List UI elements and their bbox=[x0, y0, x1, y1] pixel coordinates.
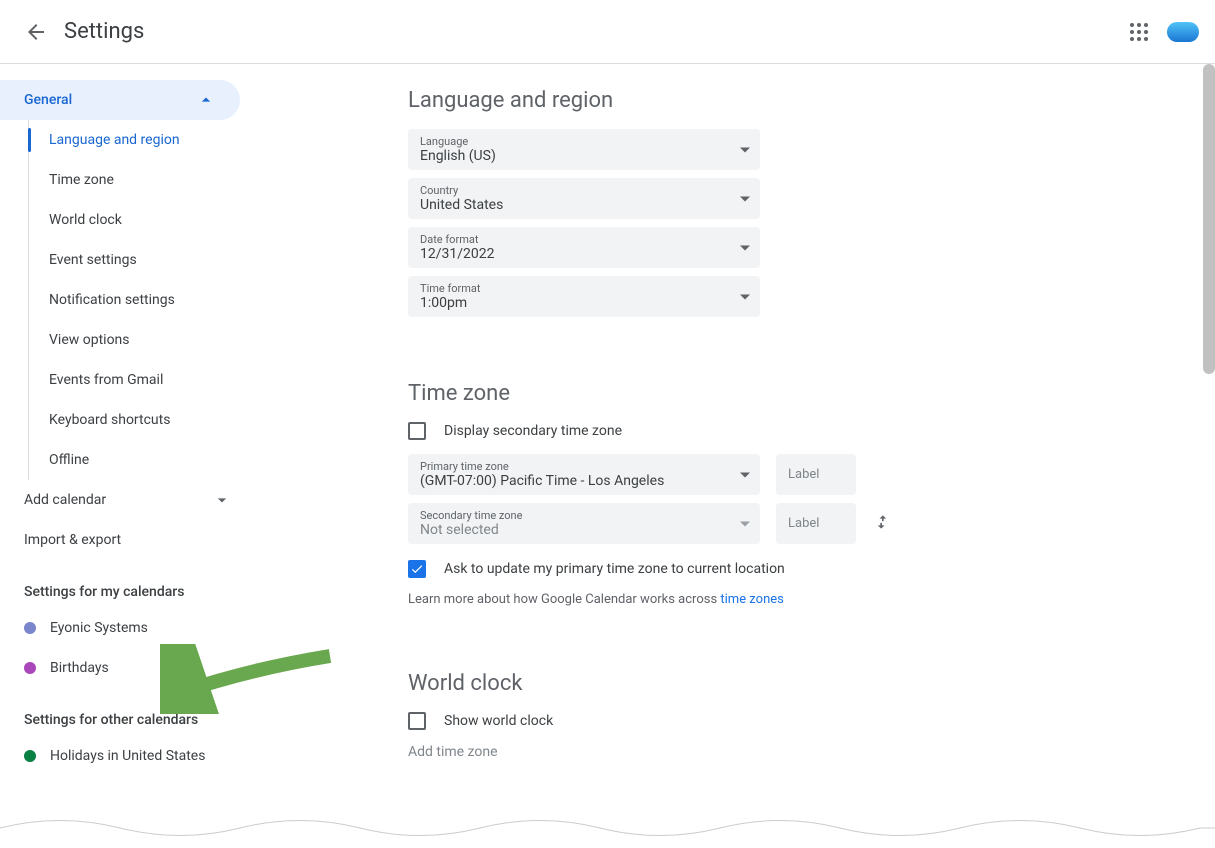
google-apps-button[interactable] bbox=[1119, 12, 1159, 52]
sidebar-item-events-from-gmail[interactable]: Events from Gmail bbox=[29, 360, 256, 400]
checkbox-display-secondary[interactable]: Display secondary time zone bbox=[408, 422, 1132, 440]
sidebar-item-label: Import & export bbox=[24, 532, 121, 548]
calendar-color-dot bbox=[24, 750, 36, 762]
section-title: Language and region bbox=[408, 88, 1132, 113]
help-text: Learn more about how Google Calendar wor… bbox=[408, 592, 1132, 607]
page-title: Settings bbox=[64, 19, 144, 44]
header-bar: Settings bbox=[0, 0, 1215, 64]
chevron-up-icon bbox=[196, 90, 216, 110]
sidebar-item-offline[interactable]: Offline bbox=[29, 440, 256, 480]
select-primary-tz[interactable]: Primary time zone (GMT-07:00) Pacific Ti… bbox=[408, 454, 760, 495]
section-world-clock: World clock Show world clock Add time zo… bbox=[408, 671, 1132, 760]
settings-sidebar: General Language and region Time zone Wo… bbox=[0, 64, 256, 848]
account-avatar[interactable] bbox=[1167, 22, 1199, 42]
checkbox-show-world-clock[interactable]: Show world clock bbox=[408, 712, 1132, 730]
select-secondary-tz[interactable]: Secondary time zone Not selected bbox=[408, 503, 760, 544]
caret-down-icon bbox=[740, 147, 750, 152]
select-value: United States bbox=[420, 197, 748, 213]
sidebar-item-world-clock[interactable]: World clock bbox=[29, 200, 256, 240]
sidebar-cal-holidays[interactable]: Holidays in United States bbox=[0, 736, 256, 776]
time-zones-link[interactable]: time zones bbox=[720, 592, 783, 607]
select-value: Not selected bbox=[420, 522, 748, 538]
sidebar-item-add-calendar[interactable]: Add calendar bbox=[0, 480, 256, 520]
section-language-region: Language and region Language English (US… bbox=[408, 88, 1132, 317]
scrollbar-thumb[interactable] bbox=[1203, 64, 1215, 374]
checkbox-label: Show world clock bbox=[444, 713, 553, 729]
select-label: Secondary time zone bbox=[420, 509, 748, 522]
sidebar-item-time-zone[interactable]: Time zone bbox=[29, 160, 256, 200]
select-label: Primary time zone bbox=[420, 460, 748, 473]
calendar-name: Birthdays bbox=[50, 660, 109, 676]
select-label: Country bbox=[420, 184, 748, 197]
sidebar-sublist-general: Language and region Time zone World cloc… bbox=[28, 120, 256, 480]
calendar-color-dot bbox=[24, 622, 36, 634]
arrow-left-icon bbox=[24, 20, 48, 44]
sidebar-item-import-export[interactable]: Import & export bbox=[0, 520, 256, 560]
calendar-name: Holidays in United States bbox=[50, 748, 205, 764]
chevron-down-icon bbox=[212, 490, 232, 510]
select-date-format[interactable]: Date format 12/31/2022 bbox=[408, 227, 760, 268]
checkbox-ask-update-tz[interactable]: Ask to update my primary time zone to cu… bbox=[408, 560, 1132, 578]
caret-down-icon bbox=[740, 472, 750, 477]
sidebar-section-label: General bbox=[24, 92, 72, 108]
section-title: World clock bbox=[408, 671, 1132, 696]
input-primary-tz-label[interactable]: Label bbox=[776, 454, 856, 495]
sidebar-cal-eyonic[interactable]: Eyonic Systems bbox=[0, 608, 256, 648]
sidebar-item-keyboard-shortcuts[interactable]: Keyboard shortcuts bbox=[29, 400, 256, 440]
select-value: 12/31/2022 bbox=[420, 246, 748, 262]
calendar-name: Eyonic Systems bbox=[50, 620, 148, 636]
select-language[interactable]: Language English (US) bbox=[408, 129, 760, 170]
select-time-format[interactable]: Time format 1:00pm bbox=[408, 276, 760, 317]
sidebar-cal-birthdays[interactable]: Birthdays bbox=[0, 648, 256, 688]
caret-down-icon bbox=[740, 196, 750, 201]
sidebar-item-view-options[interactable]: View options bbox=[29, 320, 256, 360]
select-label: Language bbox=[420, 135, 748, 148]
caret-down-icon bbox=[740, 294, 750, 299]
add-time-zone-text: Add time zone bbox=[408, 744, 1132, 760]
sidebar-item-label: Add calendar bbox=[24, 492, 106, 508]
sidebar-item-notification-settings[interactable]: Notification settings bbox=[29, 280, 256, 320]
checkbox-label: Ask to update my primary time zone to cu… bbox=[444, 561, 785, 577]
sidebar-heading-my-calendars: Settings for my calendars bbox=[0, 560, 256, 608]
checkbox-checked-icon bbox=[408, 560, 426, 578]
section-time-zone: Time zone Display secondary time zone Pr… bbox=[408, 381, 1132, 607]
back-button[interactable] bbox=[16, 12, 56, 52]
caret-down-icon bbox=[740, 245, 750, 250]
caret-down-icon bbox=[740, 521, 750, 526]
select-value: English (US) bbox=[420, 148, 748, 164]
checkbox-icon bbox=[408, 422, 426, 440]
checkbox-label: Display secondary time zone bbox=[444, 423, 622, 439]
select-country[interactable]: Country United States bbox=[408, 178, 760, 219]
select-label: Time format bbox=[420, 282, 748, 295]
swap-vert-icon bbox=[872, 512, 892, 532]
checkbox-icon bbox=[408, 712, 426, 730]
input-secondary-tz-label[interactable]: Label bbox=[776, 503, 856, 544]
sidebar-section-general[interactable]: General bbox=[0, 80, 240, 120]
section-title: Time zone bbox=[408, 381, 1132, 406]
sidebar-item-language-region[interactable]: Language and region bbox=[29, 120, 256, 160]
swap-timezones-button[interactable] bbox=[872, 512, 892, 536]
select-value: (GMT-07:00) Pacific Time - Los Angeles bbox=[420, 473, 748, 489]
select-value: 1:00pm bbox=[420, 295, 748, 311]
sidebar-item-event-settings[interactable]: Event settings bbox=[29, 240, 256, 280]
sidebar-heading-other-calendars: Settings for other calendars bbox=[0, 688, 256, 736]
settings-content: Language and region Language English (US… bbox=[256, 64, 1156, 848]
calendar-color-dot bbox=[24, 662, 36, 674]
select-label: Date format bbox=[420, 233, 748, 246]
torn-edge-decoration bbox=[0, 808, 1215, 848]
apps-grid-icon bbox=[1130, 23, 1148, 41]
